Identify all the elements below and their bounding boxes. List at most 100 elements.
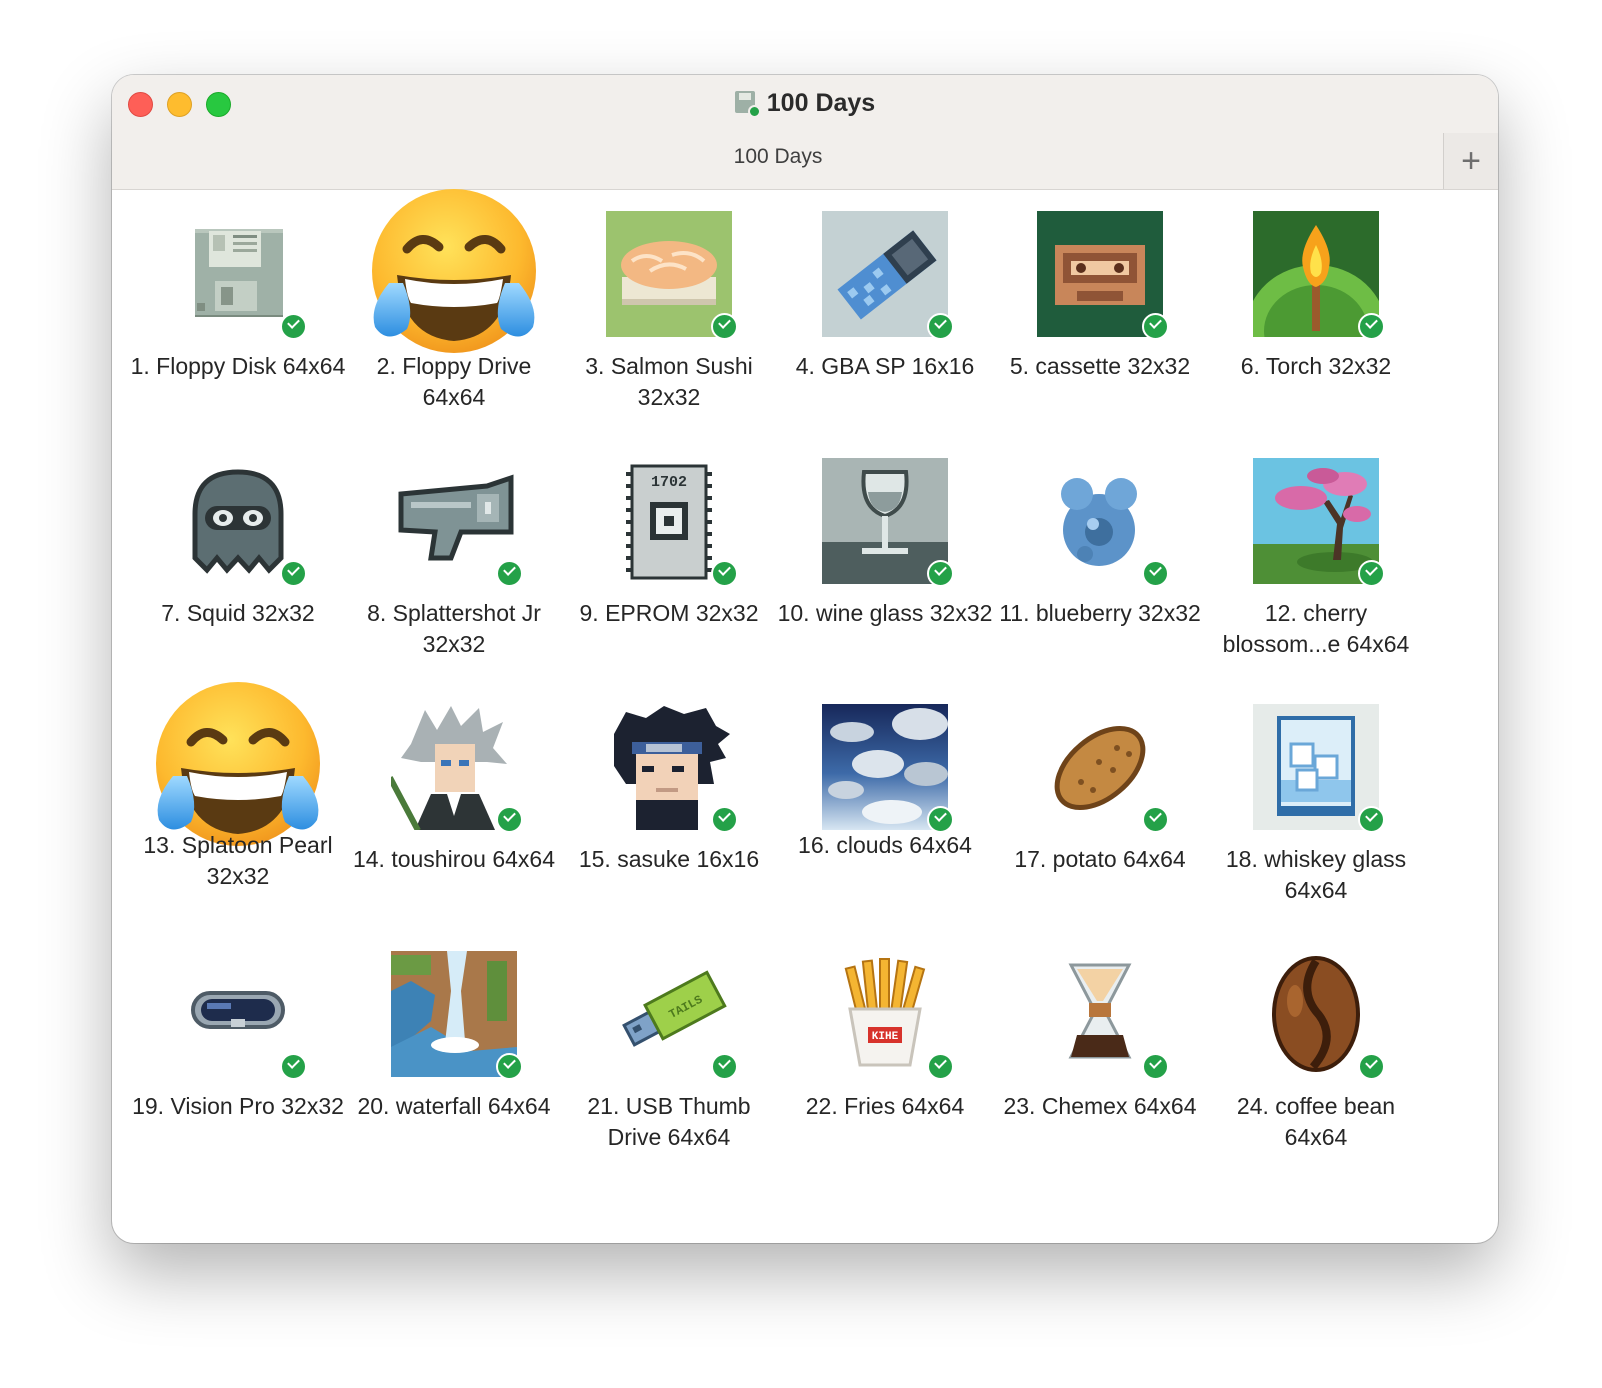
file-name-label: 24. coffee bean 64x64 (1236, 1093, 1396, 1150)
document-proxy-icon[interactable] (734, 90, 761, 118)
file-item[interactable]: 10. wine glass 32x32 (777, 436, 993, 676)
torch-icon (1246, 211, 1386, 393)
vision-pro-icon (175, 951, 307, 1080)
file-name-label: 1. Floppy Disk 64x64 (130, 353, 346, 379)
file-name-label: 20. waterfall 64x64 (357, 1093, 551, 1119)
chemex-icon (1037, 951, 1169, 1080)
file-item[interactable]: 11. blueberry 32x32 (992, 436, 1208, 676)
file-item[interactable]: 14. toushirou 64x64 (346, 682, 562, 922)
waterfall-icon (391, 951, 523, 1080)
new-tab-button[interactable]: + (1443, 133, 1498, 189)
file-name-label: 14. toushirou 64x64 (352, 846, 556, 872)
synced-checkmark-icon (711, 806, 738, 833)
synced-checkmark-icon (1142, 806, 1169, 833)
file-item[interactable]: 4. GBA SP 16x16 (777, 189, 993, 429)
file-item[interactable]: 13. Splatoon Pearl 32x32 (130, 682, 346, 922)
file-name-label: 3. Salmon Sushi 32x32 (585, 353, 753, 410)
synced-checkmark-icon (1142, 313, 1169, 340)
salmon-sushi-icon (606, 211, 738, 340)
cherry-blossom-tree-icon (1253, 458, 1385, 587)
file-item[interactable]: 6. Torch 32x32 (1208, 189, 1424, 429)
blueberry-icon (1037, 458, 1169, 587)
file-name-label: 16. clouds 64x64 (798, 832, 972, 858)
whiskey-glass-icon (1253, 704, 1385, 833)
file-name-label: 13. Splatoon Pearl 32x32 (143, 832, 333, 889)
tab-bar: 100 Days + (112, 133, 1498, 189)
synced-checkmark-icon (711, 560, 738, 587)
fries-icon: KIHE (822, 951, 954, 1080)
file-name-label: 5. cassette 32x32 (1009, 353, 1191, 379)
potato-icon (1037, 704, 1169, 833)
synced-checkmark-icon (1358, 560, 1385, 587)
file-item[interactable]: 24. coffee bean 64x64 (1208, 929, 1424, 1169)
file-name-label: 9. EPROM 32x32 (579, 600, 759, 626)
window-title-container: 100 Days (112, 89, 1498, 124)
titlebar: 100 Days 100 Days + (112, 75, 1498, 190)
squid-icon (175, 458, 307, 587)
cassette-icon (1037, 211, 1169, 340)
file-item[interactable]: 1702 9. EPROM 32x32 (561, 436, 777, 676)
file-name-label: 22. Fries 64x64 (805, 1093, 965, 1119)
clouds-icon (822, 704, 954, 833)
file-item[interactable]: 5. cassette 32x32 (992, 189, 1208, 429)
coffee-bean-icon (1253, 951, 1385, 1080)
file-item[interactable]: 3. Salmon Sushi 32x32 (561, 189, 777, 429)
sasuke-portrait-icon (606, 704, 738, 833)
file-name-label: 19. Vision Pro 32x32 (132, 1093, 344, 1119)
splattershot-icon (391, 458, 523, 587)
gba-sp-icon (822, 211, 954, 340)
synced-checkmark-icon (927, 560, 954, 587)
tab-100-days[interactable]: 100 Days (112, 145, 1444, 169)
file-item[interactable]: 19. Vision Pro 32x32 (130, 929, 346, 1169)
file-name-label: 7. Squid 32x32 (161, 600, 315, 626)
synced-checkmark-icon (1142, 1053, 1169, 1080)
synced-checkmark-icon (496, 1053, 523, 1080)
synced-checkmark-icon (1358, 806, 1385, 833)
wine-glass-icon (822, 458, 954, 587)
file-item[interactable]: 1. Floppy Disk 64x64 (130, 189, 346, 429)
document-window: 100 Days 100 Days + 1. Floppy Disk 64x64 (112, 75, 1498, 1243)
file-item[interactable]: 12. cherry blossom...e 64x64 (1208, 436, 1424, 676)
usb-thumb-drive-icon: TAILS (606, 951, 738, 1080)
file-item[interactable]: KIHE 22. Fries 64x64 (777, 929, 993, 1169)
synced-checkmark-icon (927, 1053, 954, 1080)
file-item[interactable]: 20. waterfall 64x64 (346, 929, 562, 1169)
file-name-label: 4. GBA SP 16x16 (795, 353, 975, 379)
synced-checkmark-icon (1142, 560, 1169, 587)
file-name-label: 12. cherry blossom...e 64x64 (1222, 600, 1410, 657)
synced-checkmark-icon (1358, 1053, 1385, 1080)
file-name-label: 11. blueberry 32x32 (999, 600, 1201, 626)
file-name-label: 15. sasuke 16x16 (578, 846, 760, 872)
file-name-label: 23. Chemex 64x64 (1003, 1093, 1197, 1119)
synced-checkmark-icon (496, 806, 523, 833)
file-name-label: 8. Splattershot Jr 32x32 (367, 600, 541, 657)
face-with-tears-of-joy-icon (367, 187, 541, 361)
synced-checkmark-icon (711, 313, 738, 340)
svg-text:1702: 1702 (651, 474, 687, 491)
svg-text:KIHE: KIHE (872, 1031, 899, 1043)
toushirou-portrait-icon (387, 704, 523, 833)
file-item[interactable]: 23. Chemex 64x64 (992, 929, 1208, 1169)
synced-checkmark-icon (280, 560, 307, 587)
file-name-label: 2. Floppy Drive 64x64 (376, 353, 532, 410)
file-item[interactable]: 2. Floppy Drive 64x64 (346, 189, 562, 429)
synced-checkmark-icon (280, 1053, 307, 1080)
synced-checkmark-icon (711, 1053, 738, 1080)
file-item[interactable]: 15. sasuke 16x16 (561, 682, 777, 922)
synced-checkmark-icon (927, 806, 954, 833)
file-name-label: 17. potato 64x64 (1014, 846, 1186, 872)
file-name-label: 10. wine glass 32x32 (777, 600, 993, 626)
file-item[interactable]: 7. Squid 32x32 (130, 436, 346, 676)
synced-checkmark-icon (280, 313, 307, 340)
eprom-chip-icon: 1702 (606, 458, 738, 587)
file-item[interactable]: 8. Splattershot Jr 32x32 (346, 436, 562, 676)
file-name-label: 18. whiskey glass 64x64 (1225, 846, 1407, 903)
window-title: 100 Days (766, 89, 876, 117)
synced-checkmark-icon (1358, 313, 1385, 340)
file-item[interactable]: 17. potato 64x64 (992, 682, 1208, 922)
file-name-label: 6. Torch 32x32 (1240, 353, 1392, 379)
file-item[interactable]: 18. whiskey glass 64x64 (1208, 682, 1424, 922)
file-item[interactable]: 16. clouds 64x64 (777, 682, 993, 922)
file-name-label: 21. USB Thumb Drive 64x64 (587, 1093, 751, 1150)
file-item[interactable]: TAILS 21. USB Thumb Drive 64x64 (561, 929, 777, 1169)
